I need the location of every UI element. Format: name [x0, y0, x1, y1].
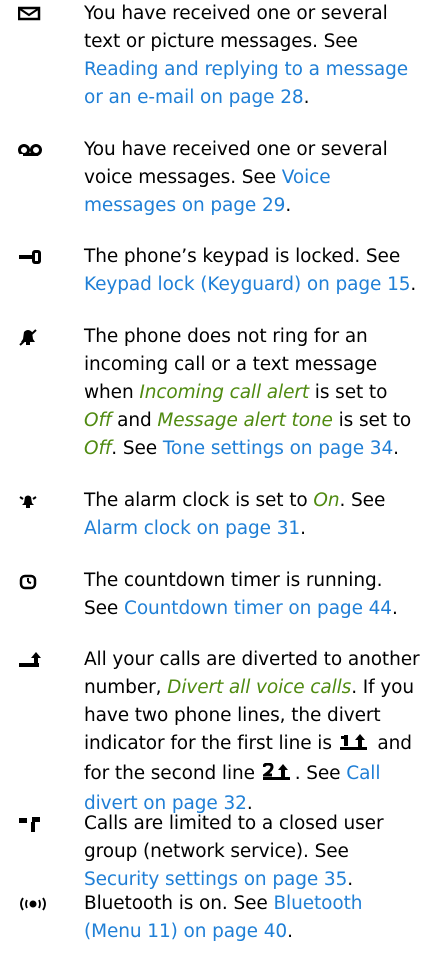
alarm-clock-icon	[18, 493, 42, 513]
page-link[interactable]: Countdown timer on page 44	[124, 598, 392, 619]
page-link[interactable]: Tone settings on page 34	[163, 438, 393, 459]
setting-term: Message alert tone	[157, 410, 333, 431]
page-link[interactable]: Reading and replying to a message or an …	[84, 59, 408, 108]
voicemail-icon	[18, 142, 42, 162]
description-text: .	[303, 87, 310, 108]
description-text: Calls are limited to a closed user group…	[84, 813, 384, 862]
divert-line-1-icon	[339, 732, 370, 760]
description-text: .	[300, 518, 306, 539]
description-text: The alarm clock is set to	[84, 490, 314, 511]
indicator-description: The phone’s keypad is locked. See Keypad…	[84, 243, 420, 299]
description-text: .	[410, 274, 417, 295]
closed-user-group-icon	[18, 816, 42, 836]
indicator-description: You have received one or several text or…	[84, 0, 420, 112]
description-text: and	[111, 410, 158, 431]
indicator-description: The alarm clock is set to On. See Alarm …	[84, 487, 420, 543]
key-lock-icon	[18, 248, 42, 268]
description-text: .	[391, 598, 398, 619]
silent-icon	[18, 329, 42, 349]
bluetooth-icon	[18, 895, 46, 915]
description-text: .	[285, 195, 292, 216]
indicator-description: Calls are limited to a closed user group…	[84, 810, 420, 894]
divert-line-2-icon	[260, 762, 293, 790]
description-text: The phone’s keypad is locked. See	[84, 246, 401, 267]
description-text: is set to	[309, 382, 388, 403]
description-text: .	[393, 438, 399, 459]
call-divert-icon	[18, 652, 42, 672]
setting-term: On	[313, 490, 340, 511]
indicator-description: You have received one or several voice m…	[84, 136, 420, 220]
description-text: You have received one or several text or…	[84, 3, 388, 52]
indicator-description: The countdown timer is running. See Coun…	[84, 567, 420, 623]
description-text: . See	[294, 763, 347, 784]
setting-term: Incoming call alert	[139, 382, 310, 403]
description-text: is set to	[332, 410, 412, 431]
description-text: You have received one or several voice m…	[84, 139, 388, 188]
description-text: .	[347, 869, 354, 890]
countdown-timer-icon	[18, 573, 42, 593]
indicator-description: The phone does not ring for an incoming …	[84, 323, 420, 463]
description-text: .	[287, 921, 293, 942]
description-text: . See	[111, 438, 163, 459]
indicator-description: Bluetooth is on. See Bluetooth (Menu 11)…	[84, 890, 420, 946]
message-icon	[18, 6, 42, 26]
page-link[interactable]: Keypad lock (Keyguard) on page 15	[84, 274, 411, 295]
page-link[interactable]: Alarm clock on page 31	[84, 518, 300, 539]
setting-term: Divert all voice calls	[167, 677, 352, 698]
page-link[interactable]: Security settings on page 35	[84, 869, 347, 890]
description-text: . See	[339, 490, 386, 511]
description-text: Bluetooth is on. See	[84, 893, 274, 914]
setting-term: Off	[84, 410, 112, 431]
setting-term: Off	[84, 438, 112, 459]
indicator-description: All your calls are diverted to another n…	[84, 646, 420, 818]
